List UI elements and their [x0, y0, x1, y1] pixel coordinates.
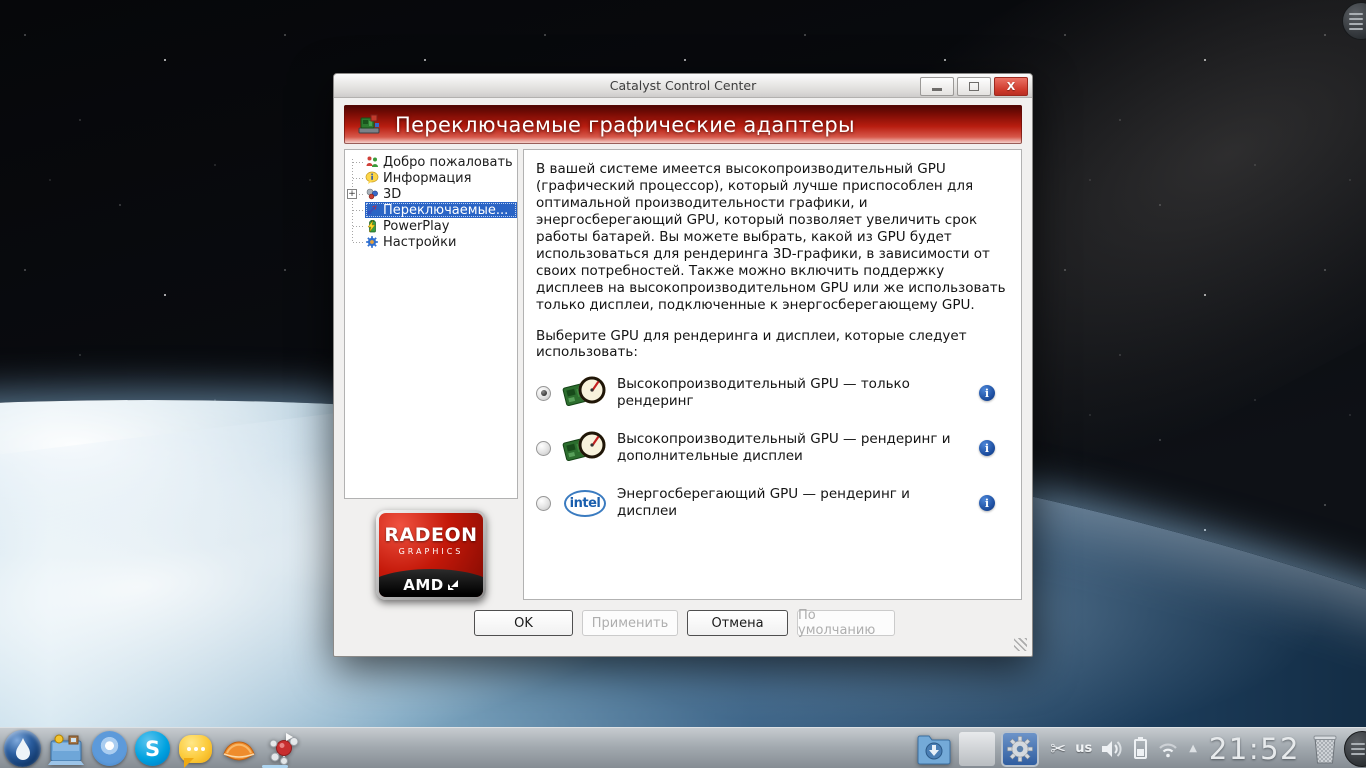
- trash-button[interactable]: [1310, 733, 1340, 765]
- option-label: Высокопроизводительный GPU — рендеринг и…: [617, 431, 951, 464]
- wifi-icon[interactable]: [1156, 739, 1180, 759]
- option-label: Энергосберегающий GPU — рендеринг и дисп…: [617, 486, 910, 519]
- radio-unselected[interactable]: [536, 440, 551, 456]
- maximize-icon: [969, 82, 979, 91]
- tree-item-label: Переключаемые...: [383, 202, 509, 218]
- clock[interactable]: 21:52: [1209, 732, 1300, 766]
- battery-icon[interactable]: [1134, 736, 1148, 759]
- resize-grip[interactable]: [1014, 638, 1027, 651]
- info-bubble-icon: [365, 171, 379, 185]
- tree-item-label: Добро пожаловать: [383, 154, 513, 170]
- radio-selected[interactable]: [536, 385, 551, 401]
- option-label: Высокопроизводительный GPU — только ренд…: [617, 376, 910, 409]
- gears-icon: [1007, 735, 1034, 762]
- page-title: Переключаемые графические адаптеры: [395, 112, 855, 137]
- package-updater-button[interactable]: [265, 730, 303, 768]
- intel-logo-text: intel: [564, 489, 606, 517]
- minimize-icon: [932, 88, 942, 91]
- file-manager-button[interactable]: [47, 730, 85, 768]
- navigation-tree: Добро пожаловать Информация + 3D Переклю…: [345, 150, 517, 250]
- droplet-icon: [15, 737, 30, 760]
- downloads-folder-button[interactable]: [915, 730, 953, 768]
- option-high-performance-extra-displays[interactable]: Высокопроизводительный GPU — рендеринг и…: [536, 426, 1007, 470]
- dialog-buttons: OK Применить Отмена По умолчанию: [474, 608, 895, 638]
- amd-gpu-gauge-icon: [559, 374, 611, 412]
- gpu-select-prompt: Выберите GPU для рендеринга и дисплеи, к…: [536, 328, 967, 360]
- switch-arrows-icon: [365, 203, 379, 217]
- content-panel: В вашей системе имеется высокопроизводит…: [523, 149, 1022, 600]
- tree-item-3d[interactable]: + 3D: [345, 186, 517, 202]
- workspace-switcher-button[interactable]: [959, 731, 996, 766]
- tree-item-welcome[interactable]: Добро пожаловать: [345, 154, 517, 170]
- info-icon[interactable]: i: [979, 385, 995, 401]
- clementine-player-button[interactable]: [220, 730, 258, 768]
- welcome-icon: [365, 155, 379, 169]
- messenger-button[interactable]: [179, 734, 212, 768]
- maximize-button[interactable]: [957, 77, 991, 96]
- tree-item-information[interactable]: Информация: [345, 170, 517, 186]
- tree-item-label: 3D: [383, 186, 402, 202]
- control-center-button[interactable]: [1001, 730, 1040, 767]
- radio-unselected[interactable]: [536, 495, 551, 511]
- catalyst-control-center-window: Catalyst Control Center X Переключаемые …: [333, 73, 1033, 657]
- radeon-logo-line2: GRAPHICS: [398, 547, 464, 556]
- amd-logo-band: AMD: [379, 569, 483, 597]
- tree-item-powerplay[interactable]: PowerPlay: [345, 218, 517, 234]
- intel-logo-icon: intel: [559, 489, 611, 517]
- option-high-performance-render-only[interactable]: Высокопроизводительный GPU — только ренд…: [536, 371, 1007, 415]
- cancel-button[interactable]: Отмена: [687, 610, 788, 636]
- tree-item-label: PowerPlay: [383, 218, 450, 234]
- tray-expand-icon[interactable]: ▲: [1189, 743, 1197, 754]
- tree-item-label: Настройки: [383, 234, 457, 250]
- info-icon[interactable]: i: [979, 495, 995, 511]
- radeon-logo-line1: RADEON: [384, 524, 478, 546]
- minimize-button[interactable]: [920, 77, 954, 96]
- amd-arrow-icon: [447, 580, 458, 590]
- tree-item-label: Информация: [383, 170, 472, 186]
- keyboard-layout-indicator[interactable]: us: [1075, 741, 1092, 756]
- apply-button: Применить: [582, 610, 678, 636]
- titlebar[interactable]: Catalyst Control Center X: [334, 74, 1032, 98]
- page-header: Переключаемые графические адаптеры: [344, 105, 1022, 144]
- info-icon[interactable]: i: [979, 440, 995, 456]
- gear-icon: [365, 235, 379, 249]
- option-power-saving[interactable]: intel Энергосберегающий GPU — рендеринг …: [536, 481, 1007, 525]
- navigation-tree-panel: Добро пожаловать Информация + 3D Переклю…: [344, 149, 518, 499]
- trash-icon: [1313, 735, 1337, 763]
- radeon-graphics-logo: RADEON GRAPHICS AMD: [376, 510, 486, 600]
- close-icon: X: [1006, 80, 1016, 93]
- defaults-button: По умолчанию: [797, 608, 895, 638]
- amd-gpu-gauge-icon: [559, 429, 611, 467]
- chromium-browser-button[interactable]: [92, 731, 127, 766]
- tree-item-settings[interactable]: Настройки: [345, 234, 517, 250]
- launcher-menu-button[interactable]: [4, 730, 41, 767]
- amd-logo-text: AMD: [403, 576, 444, 594]
- expand-icon[interactable]: +: [347, 189, 357, 199]
- close-button[interactable]: X: [994, 77, 1028, 96]
- desktop: Catalyst Control Center X Переключаемые …: [0, 0, 1366, 768]
- volume-icon[interactable]: [1101, 738, 1125, 760]
- skype-button[interactable]: S: [135, 731, 170, 766]
- battery-bolt-icon: [365, 219, 379, 233]
- window-controls: X: [920, 77, 1028, 96]
- ok-button[interactable]: OK: [474, 610, 573, 636]
- description-text: В вашей системе имеется высокопроизводит…: [536, 161, 1006, 313]
- skype-icon: S: [144, 736, 161, 761]
- taskbar-edge-menu-button[interactable]: [1344, 730, 1366, 767]
- taskbar-right-section: ✂ us ▲ 21:52: [912, 730, 1366, 768]
- tree-item-switchable-graphics[interactable]: Переключаемые...: [345, 202, 517, 218]
- taskbar: S ✂ us ▲ 21:52: [0, 727, 1366, 768]
- system-tray: ✂ us ▲: [1050, 736, 1197, 760]
- graphics-adapter-icon: [358, 114, 380, 133]
- clipboard-scissors-icon[interactable]: ✂: [1050, 738, 1066, 760]
- 3d-balls-icon: [365, 187, 379, 201]
